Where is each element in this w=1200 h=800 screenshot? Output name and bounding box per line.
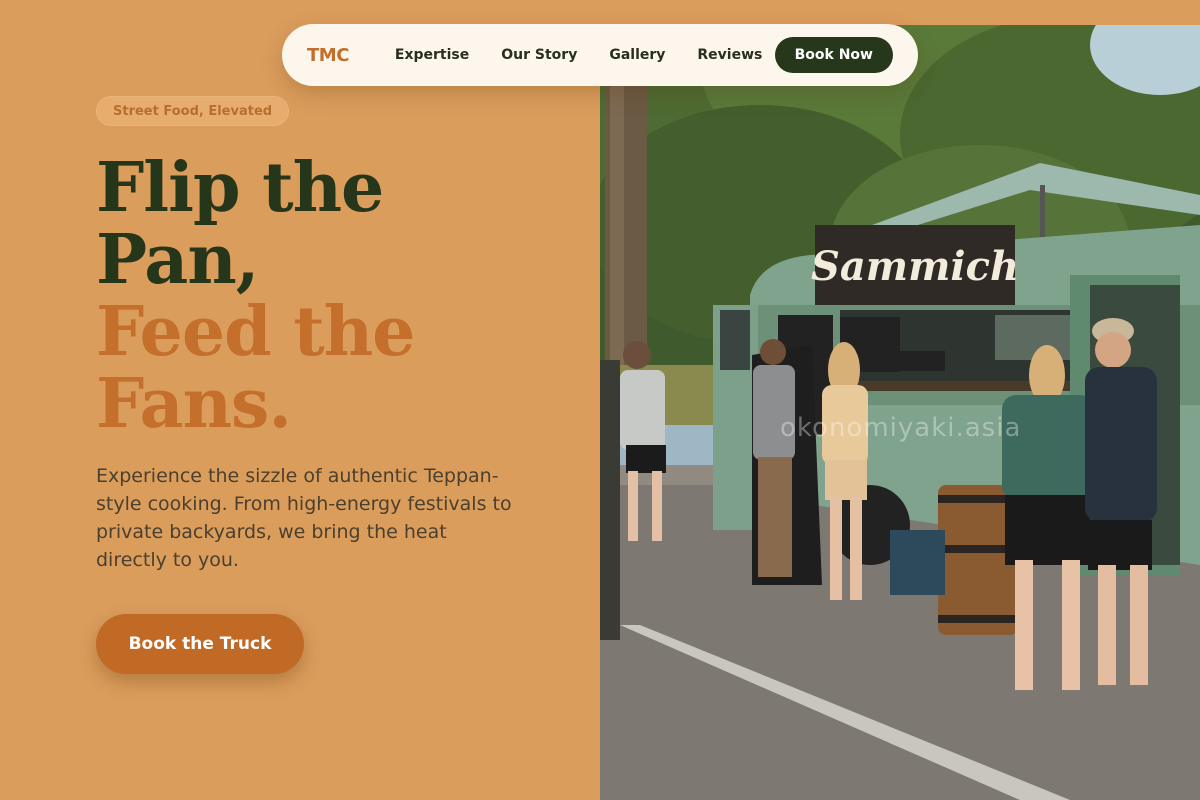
nav-link-our-story[interactable]: Our Story [501, 47, 577, 63]
headline-line-2: Pan, [96, 220, 259, 300]
hero-headline: Flip the Pan, Feed the Fans. [96, 148, 415, 444]
logo[interactable]: TMC [307, 45, 349, 66]
headline-line-4: Fans. [96, 364, 292, 444]
book-the-truck-button[interactable]: Book the Truck [96, 614, 304, 674]
book-now-button[interactable]: Book Now [774, 37, 893, 73]
navbar: TMC Expertise Our Story Gallery Reviews … [282, 24, 918, 86]
nav-link-reviews[interactable]: Reviews [697, 47, 762, 63]
hero-badge: Street Food, Elevated [96, 96, 290, 126]
nav-link-gallery[interactable]: Gallery [609, 47, 665, 63]
nav-links: Expertise Our Story Gallery Reviews [395, 47, 762, 63]
hero-description: Experience the sizzle of authentic Teppa… [96, 465, 512, 571]
truck-sign: Sammich [811, 243, 1019, 290]
headline-line-3: Feed the [96, 292, 415, 372]
nav-link-expertise[interactable]: Expertise [395, 47, 469, 63]
headline-line-1: Flip the [96, 148, 384, 228]
hero-food-truck-image: Sammich okonomiyaki.asia [600, 25, 1200, 800]
